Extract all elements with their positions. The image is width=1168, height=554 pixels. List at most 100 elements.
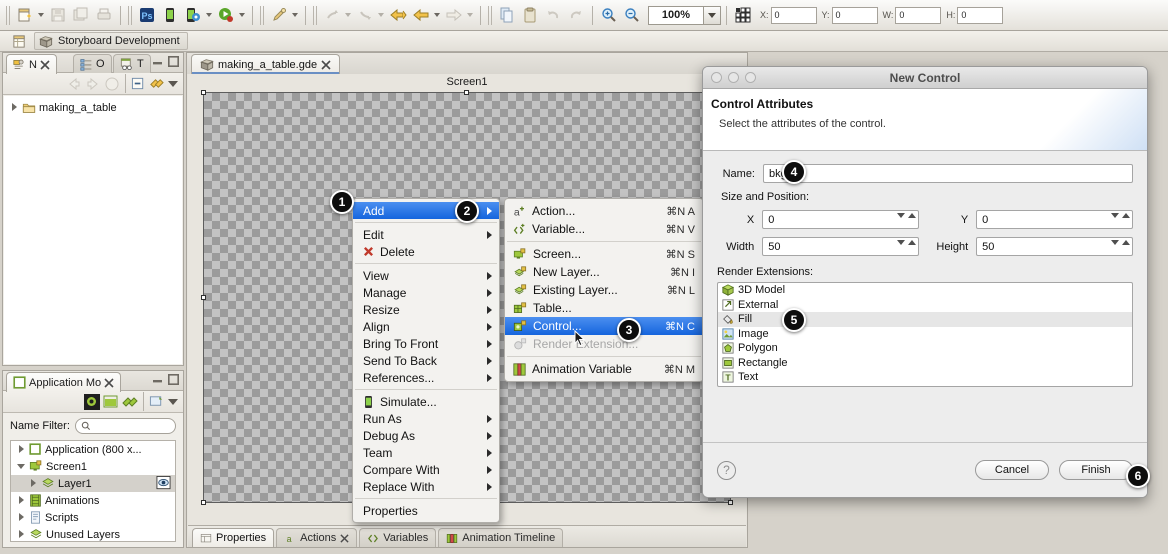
tree-item-animations[interactable]: Animations xyxy=(11,492,175,509)
close-icon[interactable] xyxy=(340,533,349,543)
menu-item-send-to-back[interactable]: Send To Back xyxy=(353,352,499,369)
expand-arrow-icon[interactable] xyxy=(17,445,26,454)
toolbar-grip-4[interactable] xyxy=(313,5,318,25)
add-submenu[interactable]: a Action... ⌘N A Variable... ⌘N V Screen… xyxy=(504,198,704,382)
menu-item-properties[interactable]: Properties xyxy=(353,502,499,519)
app-model-tree[interactable]: Application (800 x... Screen1 Layer1 Ani… xyxy=(10,440,176,542)
submenu-item-existing-layer[interactable]: Existing Layer... ⌘N L xyxy=(505,281,703,299)
render-ext-3d-model[interactable]: 3D Model xyxy=(718,283,1132,298)
selection-handle[interactable] xyxy=(201,500,206,505)
toolbar-grip-2[interactable] xyxy=(128,5,133,25)
height-stepper[interactable] xyxy=(1111,240,1130,245)
tree-item-screen1[interactable]: Screen1 xyxy=(11,458,175,475)
tab-outline[interactable]: O xyxy=(73,54,112,73)
render-ext-polygon[interactable]: Polygon xyxy=(718,341,1132,356)
new-item-icon[interactable] xyxy=(149,394,164,409)
back-icon[interactable] xyxy=(410,4,432,26)
minimize-icon[interactable] xyxy=(152,56,163,67)
new-screen-icon[interactable] xyxy=(103,394,119,410)
zoom-level-dropdown[interactable] xyxy=(704,5,721,25)
new-file-button[interactable] xyxy=(14,4,36,26)
tab-tasks[interactable]: T xyxy=(113,54,151,73)
tab-navigator[interactable]: N xyxy=(6,54,57,74)
coord-input-y[interactable]: 0 xyxy=(831,6,878,24)
menu-item-replace-with[interactable]: Replace With xyxy=(353,478,499,495)
coord-input-w[interactable]: 0 xyxy=(895,6,942,24)
width-input[interactable]: 50 xyxy=(762,237,920,256)
menu-item-simulate[interactable]: Simulate... xyxy=(353,393,499,410)
save-button[interactable] xyxy=(47,4,69,26)
selection-handle[interactable] xyxy=(728,500,733,505)
back-history-icon[interactable] xyxy=(387,4,409,26)
tab-actions[interactable]: a Actions xyxy=(276,528,358,547)
prev-annotation-dropdown-icon[interactable] xyxy=(345,13,351,17)
submenu-item-table[interactable]: Table... xyxy=(505,299,703,317)
tree-item-application[interactable]: Application (800 x... xyxy=(11,441,175,458)
next-annotation-icon[interactable] xyxy=(354,4,376,26)
undo-icon[interactable] xyxy=(542,4,564,26)
tree-item-layer1[interactable]: Layer1 xyxy=(11,475,175,492)
expand-arrow-icon[interactable] xyxy=(29,479,38,488)
help-button[interactable]: ? xyxy=(717,460,736,480)
zoom-level-value[interactable]: 100% xyxy=(648,5,704,25)
menu-item-manage[interactable]: Manage xyxy=(353,284,499,301)
nav-up-icon[interactable] xyxy=(104,76,120,92)
close-icon[interactable] xyxy=(321,59,331,70)
menu-item-debug-as[interactable]: Debug As xyxy=(353,427,499,444)
tree-item-unused-layers[interactable]: Unused Layers xyxy=(11,526,175,541)
settings-gear-icon[interactable] xyxy=(84,393,100,410)
menu-item-team[interactable]: Team xyxy=(353,444,499,461)
y-input[interactable]: 0 xyxy=(976,210,1133,229)
menu-item-run-as[interactable]: Run As xyxy=(353,410,499,427)
forward-dropdown-icon[interactable] xyxy=(467,13,473,17)
menu-item-view[interactable]: View xyxy=(353,267,499,284)
maximize-icon[interactable] xyxy=(168,56,179,67)
render-ext-rectangle[interactable]: Rectangle xyxy=(718,356,1132,371)
selection-handle[interactable] xyxy=(201,90,206,95)
expand-arrow-icon[interactable] xyxy=(17,530,26,539)
close-icon[interactable] xyxy=(40,59,50,70)
copy-icon[interactable] xyxy=(496,4,518,26)
collapse-all-icon[interactable] xyxy=(131,76,146,91)
device-icon[interactable] xyxy=(159,4,181,26)
tree-item-scripts[interactable]: Scripts xyxy=(11,509,175,526)
submenu-item-action[interactable]: a Action... ⌘N A xyxy=(505,202,703,220)
tab-application-model[interactable]: Application Mo xyxy=(6,372,122,392)
render-ext-fill[interactable]: Fill xyxy=(718,312,1132,327)
view-menu-icon[interactable] xyxy=(167,396,179,408)
submenu-item-screen[interactable]: Screen... ⌘N S xyxy=(505,245,703,263)
photoshop-icon[interactable]: Ps xyxy=(136,4,158,26)
close-icon[interactable] xyxy=(104,377,114,388)
selection-handle[interactable] xyxy=(464,90,469,95)
tab-variables[interactable]: Variables xyxy=(359,528,437,547)
tree-item-project[interactable]: making_a_table xyxy=(4,99,182,116)
dialog-titlebar[interactable]: New Control xyxy=(703,67,1147,89)
navigator-tree[interactable]: making_a_table xyxy=(4,96,182,364)
zoom-out-icon[interactable] xyxy=(621,4,643,26)
submenu-item-animation-variable[interactable]: Animation Variable ⌘N M xyxy=(505,360,703,378)
view-menu-icon[interactable] xyxy=(167,78,179,90)
submenu-item-control[interactable]: Control... ⌘N C xyxy=(505,317,703,335)
expand-arrow-icon[interactable] xyxy=(17,513,26,522)
editor-tab-making-a-table[interactable]: making_a_table.gde xyxy=(191,54,341,74)
maximize-icon[interactable] xyxy=(168,374,179,385)
next-annotation-dropdown-icon[interactable] xyxy=(378,13,384,17)
visibility-toggle[interactable] xyxy=(156,476,171,493)
anchor-grid-icon[interactable] xyxy=(732,4,754,26)
redo-icon[interactable] xyxy=(565,4,587,26)
device-config-dropdown-icon[interactable] xyxy=(206,13,212,17)
open-perspective-icon[interactable] xyxy=(8,30,30,52)
collapse-arrow-icon[interactable] xyxy=(17,462,26,471)
new-file-dropdown-icon[interactable] xyxy=(38,13,44,17)
save-all-button[interactable] xyxy=(70,4,92,26)
minimize-icon[interactable] xyxy=(152,374,163,385)
selection-handle[interactable] xyxy=(201,294,206,300)
menu-item-align[interactable]: Align xyxy=(353,318,499,335)
link-selection-icon[interactable] xyxy=(122,394,138,410)
toolbar-grip-5[interactable] xyxy=(488,5,493,25)
run-dropdown-icon[interactable] xyxy=(239,13,245,17)
pin-icon[interactable] xyxy=(268,4,290,26)
submenu-item-new-layer[interactable]: New Layer... ⌘N I xyxy=(505,263,703,281)
render-ext-external[interactable]: External xyxy=(718,298,1132,313)
toolbar-grip[interactable] xyxy=(6,5,11,25)
